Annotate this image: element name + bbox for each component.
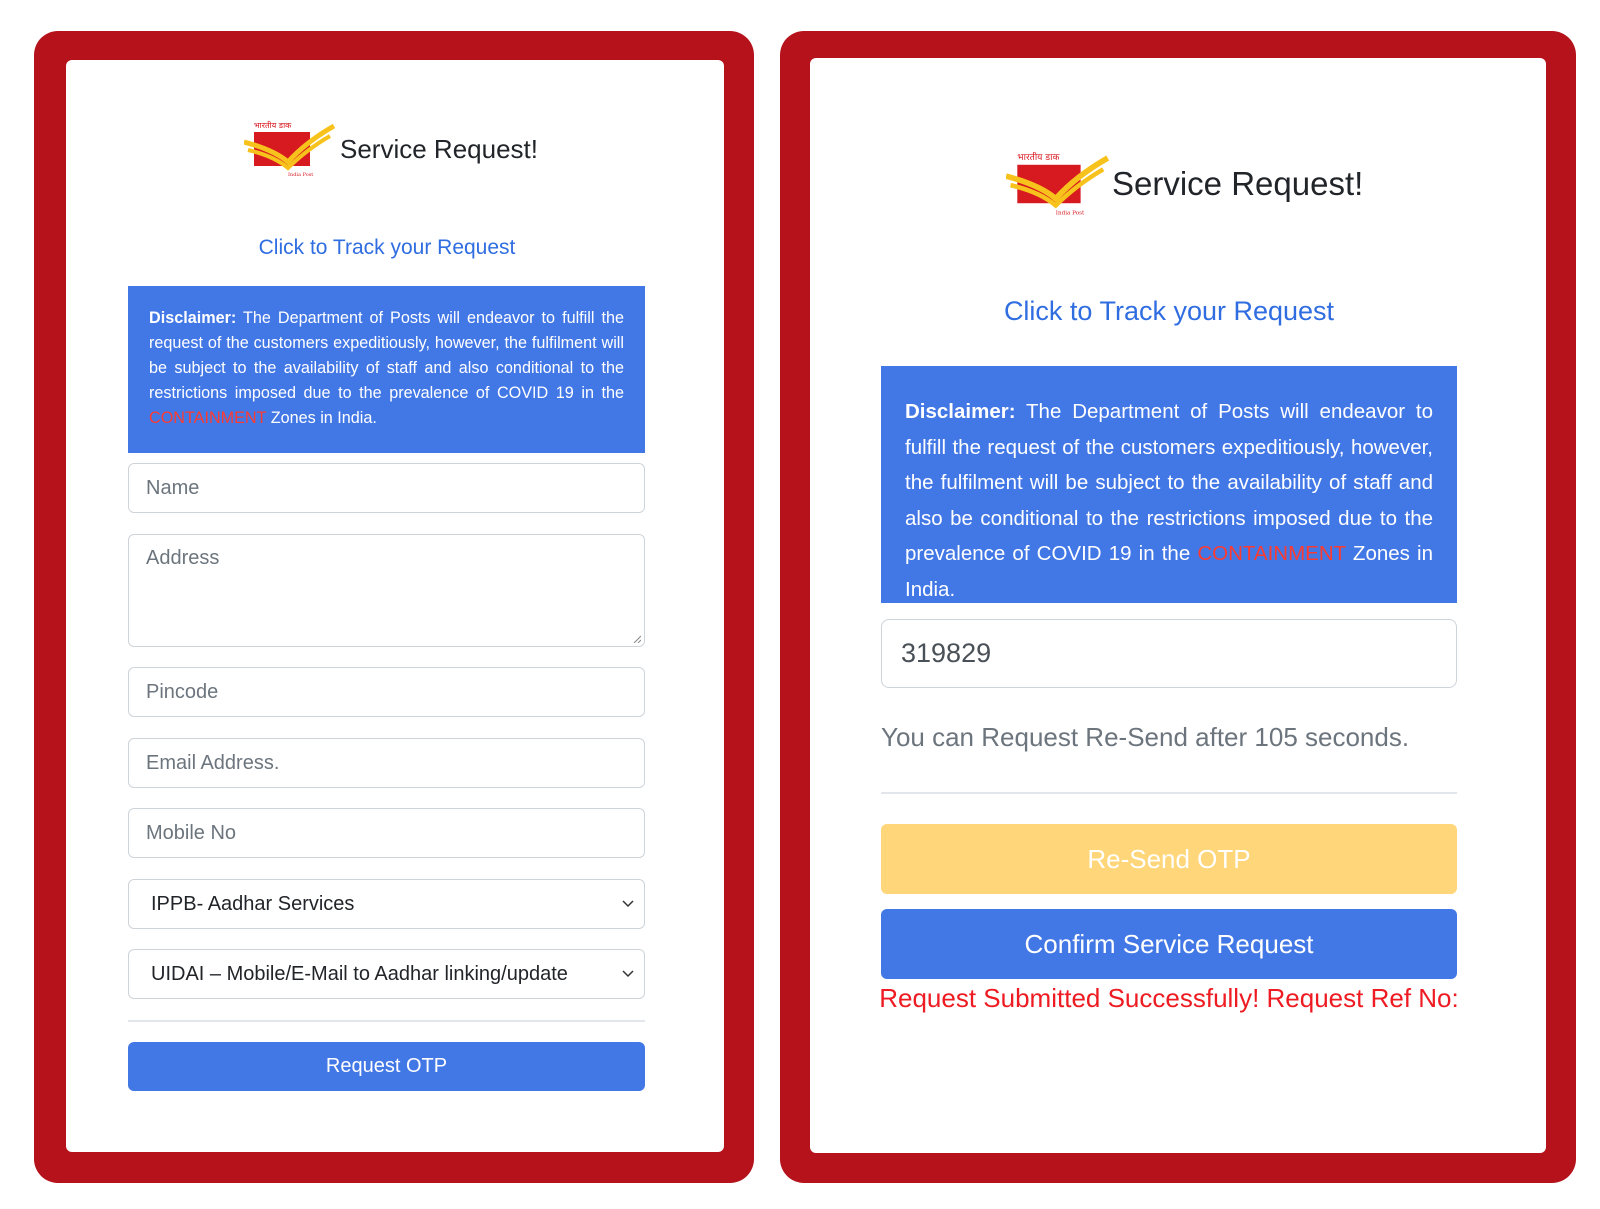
resize-grip-icon[interactable] [633,635,641,643]
subservice-select[interactable]: UIDAI – Mobile/E-Mail to Aadhar linking/… [128,949,645,999]
right-header: भारतीय डाक India Post Service Request! [1006,146,1363,222]
service-select[interactable]: IPPB- Aadhar Services [128,879,645,929]
disclaimer-text-end: Zones in India. [266,409,377,427]
request-otp-button[interactable]: Request OTP [128,1042,645,1091]
disclaimer-label: Disclaimer: [905,400,1016,423]
name-placeholder: Name [146,476,200,499]
containment-highlight: CONTAINMENT [149,409,267,427]
mobile-input[interactable]: Mobile No [128,808,645,858]
disclaimer-text: The Department of Posts will endeavor to… [905,400,1433,565]
subservice-select-value: UIDAI – Mobile/E-Mail to Aadhar linking/… [151,962,568,985]
svg-text:India Post: India Post [288,172,313,178]
name-input[interactable]: Name [128,463,645,513]
service-select-value: IPPB- Aadhar Services [151,892,355,915]
resend-otp-button[interactable]: Re-Send OTP [881,824,1457,894]
containment-highlight: CONTAINMENT [1197,542,1346,565]
address-placeholder: Address [146,547,220,569]
right-panel-frame: भारतीय डाक India Post Service Request! C… [780,31,1576,1183]
right-service-request-card: भारतीय डाक India Post Service Request! C… [810,58,1546,1153]
pincode-input[interactable]: Pincode [128,667,645,717]
chevron-down-icon [622,970,634,978]
confirm-service-request-button[interactable]: Confirm Service Request [881,909,1457,979]
disclaimer-box: Disclaimer: The Department of Posts will… [128,286,645,453]
disclaimer-label: Disclaimer: [149,309,237,327]
india-post-logo: भारतीय डाक India Post [244,120,336,178]
mobile-placeholder: Mobile No [146,821,237,844]
pincode-placeholder: Pincode [146,680,219,703]
page-title: Service Request! [1112,165,1364,202]
address-textarea[interactable]: Address [128,534,645,647]
email-input[interactable]: Email Address. [128,738,645,788]
left-service-request-card: भारतीय डाक India Post Service Request! C… [66,60,724,1152]
left-header: भारतीय डाक India Post Service Request! [244,120,538,178]
otp-divider [881,792,1457,794]
track-request-link[interactable]: Click to Track your Request [810,296,1528,327]
chevron-down-icon [622,900,634,908]
resend-countdown-text: You can Request Re-Send after 105 second… [881,722,1410,752]
svg-text:भारतीय डाक: भारतीय डाक [254,120,292,130]
india-post-logo: भारतीय डाक India Post [1006,151,1110,217]
otp-input[interactable]: 319829 [881,619,1457,688]
success-message: Request Submitted Successfully! Request … [879,983,1459,1013]
svg-text:भारतीय डाक: भारतीय डाक [1017,151,1060,163]
form-divider [128,1020,645,1022]
track-request-link[interactable]: Click to Track your Request [66,236,708,260]
page-title: Service Request! [340,133,538,164]
svg-text:India Post: India Post [1056,211,1085,217]
otp-value: 319829 [901,638,992,668]
email-placeholder: Email Address. [146,751,280,774]
disclaimer-box: Disclaimer: The Department of Posts will… [881,366,1457,603]
left-panel-frame: भारतीय डाक India Post Service Request! C… [34,31,754,1183]
